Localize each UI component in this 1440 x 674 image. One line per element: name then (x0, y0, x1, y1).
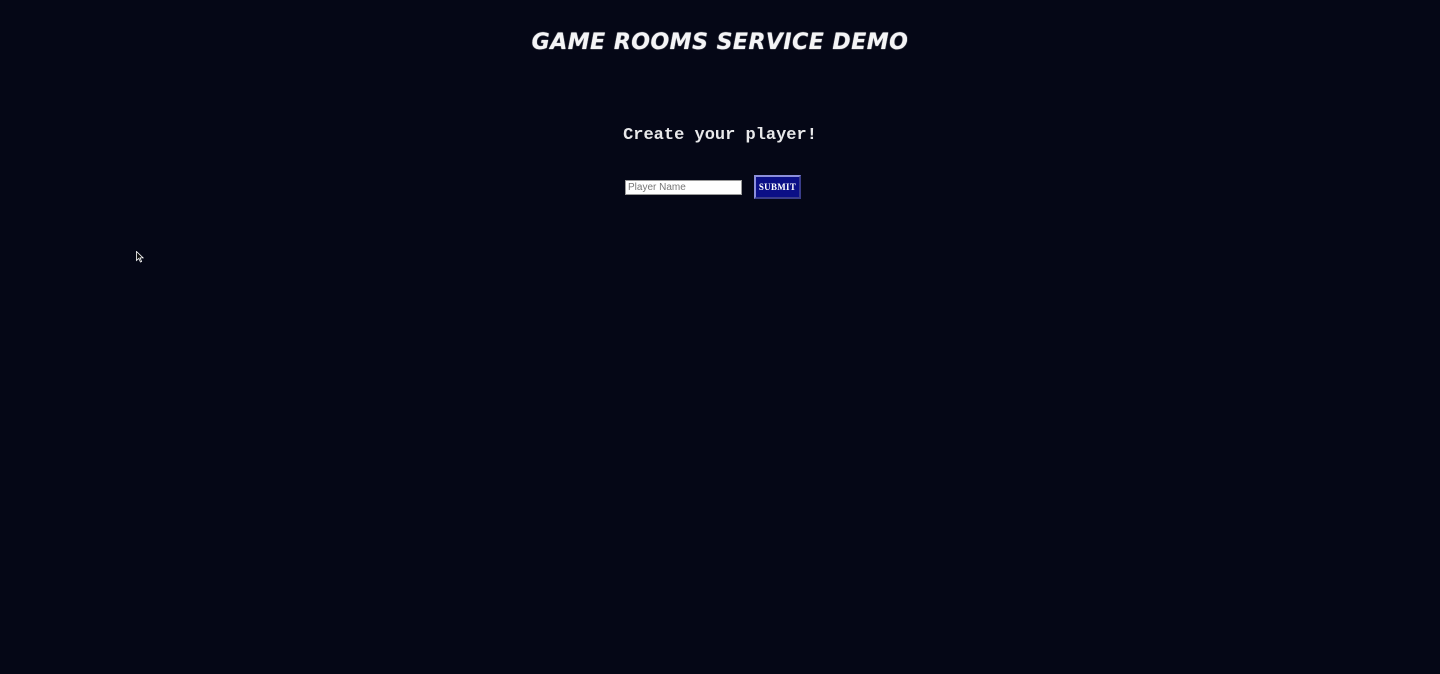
create-player-form: SUBMIT (625, 175, 801, 199)
player-name-input[interactable] (625, 179, 742, 195)
submit-button[interactable]: SUBMIT (754, 175, 801, 199)
create-player-heading: Create your player! (623, 126, 817, 145)
page-title: GAME ROOMS SERVICE DEMO (531, 30, 909, 55)
mouse-pointer-icon (136, 251, 144, 263)
